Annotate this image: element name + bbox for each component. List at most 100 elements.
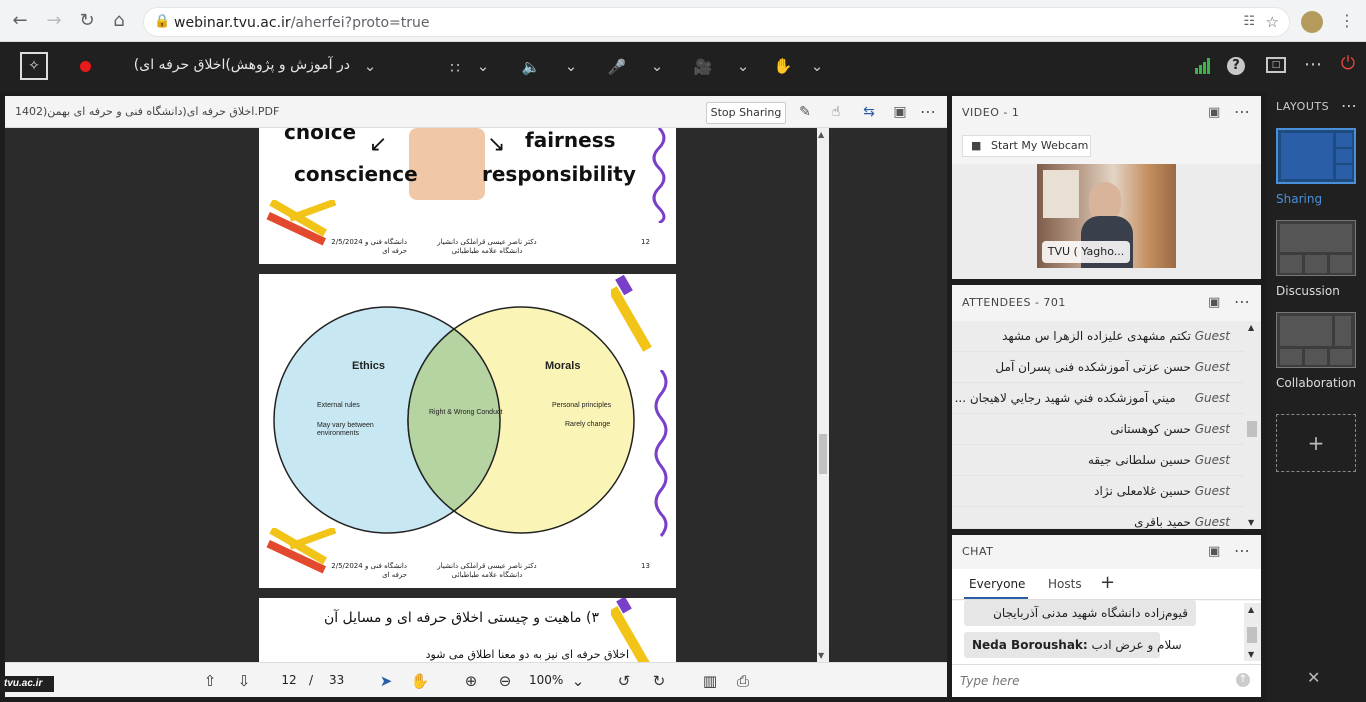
page-total: 33 — [329, 673, 345, 687]
add-layout-button[interactable]: + — [1276, 414, 1356, 472]
zoom-in-icon[interactable]: ⊕ — [461, 671, 481, 691]
word-responsibility: responsibility — [482, 162, 636, 186]
chat-input[interactable] — [960, 669, 1230, 693]
scrollbar-thumb[interactable] — [819, 434, 827, 474]
layout-label-discussion[interactable]: Discussion — [1276, 284, 1340, 298]
meeting-title[interactable]: در آموزش و پژوهش)اخلاق حرفه ای) — [120, 57, 350, 73]
rotate-right-icon[interactable]: ↻ — [649, 671, 669, 691]
chat-options-icon[interactable]: ⋯ — [1234, 541, 1250, 560]
attendee-row[interactable]: Guest حسن عزتی آموزشکده فنی پسران آمل — [952, 352, 1244, 383]
chat-scrollbar[interactable]: ▲ ▼ — [1244, 603, 1261, 661]
tab-everyone[interactable]: Everyone — [969, 577, 1025, 591]
pan-hand-icon[interactable]: ✋ — [410, 671, 430, 691]
attendee-entry: Guest حسن کوهستانی — [1110, 422, 1230, 436]
attendees-fullscreen-icon[interactable]: ▣ — [1208, 295, 1220, 310]
rotate-left-icon[interactable]: ↺ — [614, 671, 634, 691]
home-icon[interactable]: ⌂ — [108, 10, 130, 32]
scrollbar-thumb[interactable] — [1247, 421, 1257, 437]
attendees-scrollbar[interactable]: ▲ ▼ — [1244, 321, 1261, 529]
scroll-down-icon[interactable]: ▼ — [818, 651, 824, 660]
pod-options-icon[interactable]: ⋯ — [919, 103, 937, 121]
attendee-row[interactable]: Guest حمید باقری — [952, 507, 1244, 529]
browser-menu-icon[interactable]: ⋮ — [1336, 10, 1358, 32]
stop-sharing-button[interactable]: Stop Sharing — [706, 102, 786, 124]
attendee-row[interactable]: Guest حسین غلامعلی نژاد — [952, 476, 1244, 507]
scroll-up-icon[interactable]: ▲ — [1248, 605, 1254, 614]
record-indicator-icon[interactable] — [80, 61, 91, 72]
tab-hosts[interactable]: Hosts — [1048, 577, 1082, 591]
start-webcam-button[interactable]: ■ Start My Webcam — [962, 135, 1091, 157]
fullscreen-pod-icon[interactable]: ▣ — [891, 103, 909, 121]
app-logo-icon[interactable]: ✧ — [20, 52, 48, 80]
attendee-row[interactable]: Guest ميني آموزشكده فني شهيد رجايي لاهيج… — [952, 383, 1244, 414]
add-tab-icon[interactable]: + — [1100, 572, 1115, 593]
address-bar[interactable]: 🔒 webinar.tvu.ac.ir/aherfei?proto=true ☷… — [143, 7, 1290, 37]
power-icon[interactable]: ⏻ — [1338, 54, 1358, 74]
reload-icon[interactable]: ↻ — [76, 10, 98, 32]
pointer-hand-icon[interactable]: ☝ — [827, 103, 845, 121]
zoom-chevron-icon[interactable]: ⌄ — [568, 671, 588, 691]
speaker-icon[interactable]: 🔈 — [520, 57, 542, 77]
attendee-name: ميني آموزشكده فني شهيد رجايي لاهيجان ... — [954, 391, 1176, 405]
select-pointer-icon[interactable]: ➤ — [376, 671, 396, 691]
layout-thumb-discussion[interactable] — [1276, 220, 1356, 276]
raise-hand-chevron-icon[interactable]: ⌄ — [810, 56, 824, 76]
document-title: 1402)اخلاق حرفه ای(دانشگاه فنی و حرفه ای… — [15, 105, 280, 118]
thumb-block — [1281, 133, 1333, 179]
video-fullscreen-icon[interactable]: ▣ — [1208, 105, 1220, 120]
scroll-down-icon[interactable]: ▼ — [1248, 650, 1254, 659]
meeting-menu-chevron-icon[interactable]: ⌄ — [362, 56, 378, 76]
page-current-field[interactable]: 12 — [275, 673, 303, 687]
zoom-level[interactable]: 100% — [529, 673, 563, 687]
prev-page-icon[interactable]: ⇧ — [200, 671, 220, 691]
speaker-chevron-icon[interactable]: ⌄ — [564, 56, 578, 76]
layouts-options-icon[interactable]: ⋯ — [1341, 96, 1357, 115]
tools-icon[interactable]: ✕ — [1307, 668, 1320, 687]
zoom-out-icon[interactable]: ⊖ — [495, 671, 515, 691]
layout-label-sharing[interactable]: Sharing — [1276, 192, 1322, 206]
video-options-icon[interactable]: ⋯ — [1234, 102, 1250, 121]
scroll-up-icon[interactable]: ▲ — [1248, 323, 1254, 332]
forward-icon[interactable]: → — [43, 10, 65, 32]
scroll-down-icon[interactable]: ▼ — [1248, 518, 1254, 527]
attendee-row[interactable]: Guest حسین سلطانی جیقه — [952, 445, 1244, 476]
microphone-chevron-icon[interactable]: ⌄ — [650, 56, 664, 76]
sync-icon[interactable]: ⇆ — [860, 103, 878, 121]
scroll-up-icon[interactable]: ▲ — [818, 130, 824, 139]
chat-fullscreen-icon[interactable]: ▣ — [1208, 544, 1220, 559]
attendee-role: Guest — [1194, 453, 1230, 467]
raise-hand-icon[interactable]: ✋ — [772, 56, 794, 76]
download-file-icon[interactable]: ⎙ — [733, 671, 753, 691]
fist-image — [409, 128, 485, 200]
star-icon[interactable]: ☆ — [1266, 13, 1279, 31]
layout-label-collaboration[interactable]: Collaboration — [1276, 376, 1356, 390]
document-scrollbar[interactable]: ▲ ▼ — [817, 128, 829, 662]
back-icon[interactable]: ← — [9, 10, 31, 32]
apps-chevron-icon[interactable]: ⌄ — [476, 56, 490, 76]
layout-thumb-collaboration[interactable] — [1276, 312, 1356, 368]
camera-chevron-icon[interactable]: ⌄ — [736, 56, 750, 76]
help-icon[interactable]: ? — [1227, 57, 1245, 75]
translate-icon[interactable]: ☷ — [1243, 14, 1255, 29]
fit-page-icon[interactable]: ▥ — [700, 671, 720, 691]
chat-message-sender: Neda Boroushak: — [972, 638, 1088, 652]
scrollbar-thumb[interactable] — [1247, 627, 1257, 643]
camera-icon[interactable]: 🎥 — [692, 57, 714, 77]
webcam-name-label: TVU ( Yagho... — [1042, 241, 1130, 263]
attendees-pod-title: ATTENDEES - 701 — [962, 296, 1066, 309]
send-message-icon[interactable]: ↑ — [1236, 673, 1250, 687]
slide-12: choice ↙ ↘ fairness conscience responsib… — [259, 128, 676, 264]
apps-grid-icon[interactable]: ∷ — [444, 58, 466, 78]
fullscreen-icon[interactable]: □ — [1266, 57, 1286, 73]
profile-avatar[interactable] — [1301, 11, 1323, 33]
attendee-row[interactable]: Guest حسن کوهستانی — [952, 414, 1244, 445]
start-webcam-label: Start My Webcam — [991, 139, 1089, 152]
layout-thumb-sharing[interactable] — [1276, 128, 1356, 184]
draw-pen-icon[interactable]: ✎ — [796, 103, 814, 121]
microphone-icon[interactable]: 🎤 — [606, 57, 628, 77]
signal-strength-icon[interactable] — [1195, 58, 1211, 74]
attendees-options-icon[interactable]: ⋯ — [1234, 292, 1250, 311]
attendee-row[interactable]: Guest تکتم مشهدی علیزاده الزهرا س مشهد — [952, 321, 1244, 352]
more-options-icon[interactable]: ⋯ — [1302, 55, 1324, 75]
next-page-icon[interactable]: ⇩ — [234, 671, 254, 691]
